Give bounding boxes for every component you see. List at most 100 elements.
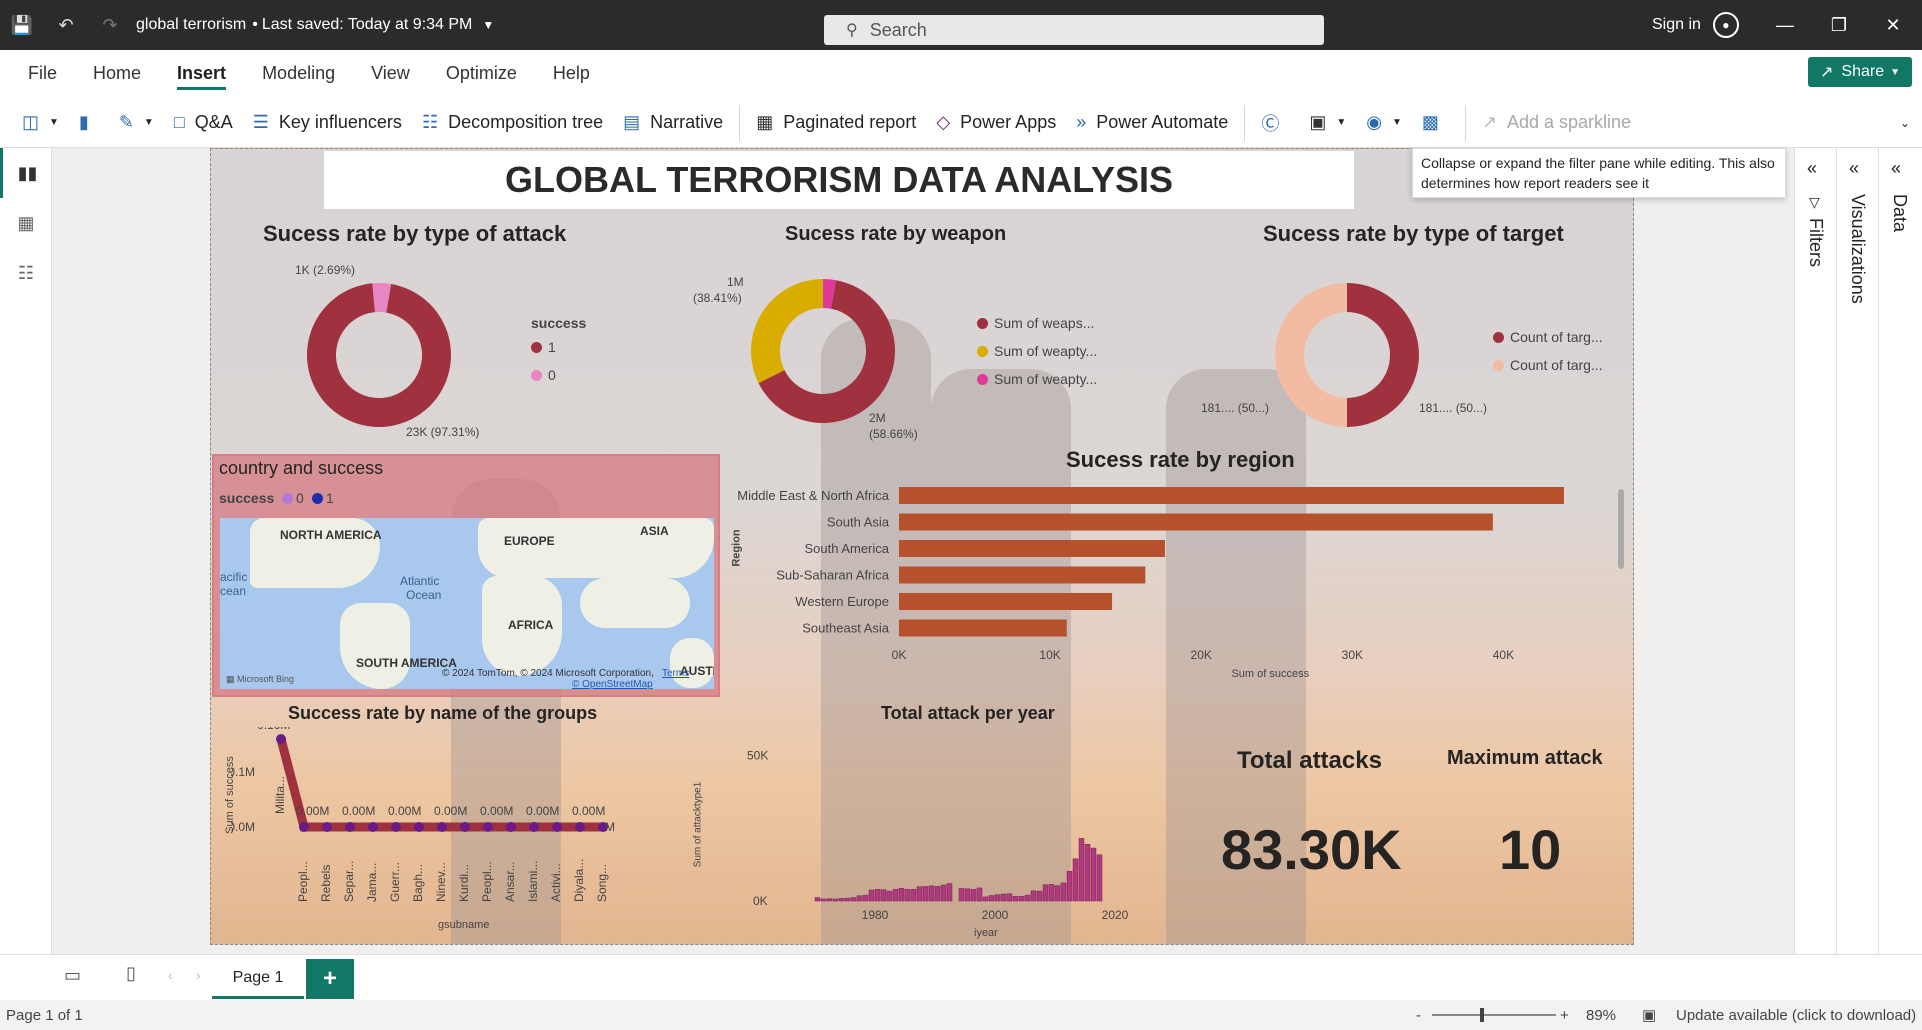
yearly-bar[interactable] [946,883,953,902]
map-canvas[interactable]: NORTH AMERICA EUROPE ASIA Atlantic Ocean… [220,518,714,689]
report-page[interactable]: GLOBAL TERRORISM DATA ANALYSIS Sucess ra… [210,148,1634,945]
yearly-bar[interactable] [850,897,857,902]
weapon-legend-item[interactable]: Sum of weapty... [977,371,1097,387]
data-pane[interactable]: « Data [1878,148,1922,954]
qa-button[interactable]: □ Q&A [164,98,243,148]
region-bar-chart[interactable]: Middle East & North Africa South Asia Sout… [691,479,1631,684]
attack-donut[interactable] [303,279,455,431]
yearly-bar[interactable] [856,895,863,902]
yearly-bar[interactable] [982,896,989,902]
minimize-icon[interactable]: — [1760,0,1810,50]
groups-point[interactable] [322,822,332,832]
yearly-bar[interactable] [1096,854,1103,902]
yearly-bar[interactable] [922,886,929,902]
yearly-bar[interactable] [874,889,881,902]
region-bar[interactable] [899,540,1165,557]
map-osm-link[interactable]: © OpenStreetMap [572,679,653,689]
region-bar[interactable] [899,593,1113,610]
yearly-bar[interactable] [934,886,941,902]
yearly-bar[interactable] [1018,896,1025,902]
quick-visual-button[interactable]: ✎ ▼ [109,98,164,148]
new-visual-button[interactable]: ◫ ▼ [0,98,69,148]
save-status[interactable]: Last saved: Today at 9:34 PM [262,16,473,34]
prev-page-icon[interactable]: ‹ [168,967,173,983]
groups-point[interactable] [391,822,401,832]
ribbon-collapse-icon[interactable]: ⌄ [1890,98,1920,148]
zoom-in-icon[interactable]: + [1560,1007,1569,1024]
target-legend-item[interactable]: Count of targ... [1493,329,1603,345]
yearly-bar[interactable] [1000,893,1007,902]
save-icon[interactable]: 💾 [0,0,44,50]
target-donut[interactable] [1271,279,1423,431]
yearly-bar[interactable] [916,886,923,902]
collapse-icon[interactable]: « [1807,158,1817,179]
groups-point[interactable] [575,822,585,832]
groups-point[interactable] [437,822,447,832]
donut-slice[interactable] [751,279,824,384]
zoom-level[interactable]: 89% [1586,1007,1616,1024]
power-apps-button[interactable]: ◇ Power Apps [926,98,1066,148]
menu-modeling[interactable]: Modeling [244,50,353,96]
groups-line-chart[interactable]: 0.2M0.1M0.0MMilita...Peopl...RebelsSepar… [231,727,651,937]
yearly-bar[interactable] [928,885,935,902]
groups-point[interactable] [460,822,470,832]
yearly-bar[interactable] [880,889,887,902]
menu-view[interactable]: View [353,50,428,96]
map-terms-link[interactable]: Terms [662,668,689,679]
yearly-bar[interactable] [826,898,833,902]
attack-legend-item[interactable]: 0 [531,367,556,383]
groups-point[interactable] [552,822,562,832]
chevron-down-icon[interactable]: ▼ [482,18,494,32]
next-page-icon[interactable]: › [196,967,201,983]
redo-icon[interactable]: ↷ [88,0,132,50]
groups-point[interactable] [368,822,378,832]
yearly-bar-chart[interactable]: 50K 0K 1980 2000 2020 [721,739,1141,939]
weapon-legend-item[interactable]: Sum of weaps... [977,315,1094,331]
more-visuals-button[interactable]: ▮ [69,98,109,148]
yearly-bar[interactable] [1036,890,1043,902]
yearly-bar[interactable] [1012,896,1019,902]
attack-legend-item[interactable]: 1 [531,339,556,355]
yearly-bar[interactable] [886,890,893,902]
yearly-bar[interactable] [940,884,947,902]
add-page-button[interactable]: + [306,959,354,999]
yearly-bar[interactable] [868,889,875,902]
paginated-report-button[interactable]: ▦ Paginated report [746,98,926,148]
zoom-thumb[interactable] [1480,1008,1484,1022]
map-visual[interactable]: country and success success 0 1 NORTH AM… [212,454,720,697]
donut-slice[interactable] [1275,283,1347,427]
groups-point[interactable] [299,822,309,832]
table-view-icon[interactable]: ▦ [0,198,52,248]
target-legend-item[interactable]: Count of targ... [1493,357,1603,373]
add-sparkline-button[interactable]: ↗ Add a sparkline [1472,98,1641,148]
menu-home[interactable]: Home [75,50,159,96]
yearly-bar[interactable] [820,898,827,902]
mobile-layout-icon[interactable]: ▯ [126,963,136,984]
scrollbar[interactable] [1618,489,1624,569]
close-icon[interactable]: ✕ [1868,0,1918,50]
power-automate-button[interactable]: » Power Automate [1066,98,1238,148]
groups-point[interactable] [276,734,286,744]
yearly-bar[interactable] [1048,884,1055,902]
filters-pane[interactable]: « ▽ Filters [1794,148,1836,954]
weapon-legend-item[interactable]: Sum of weapty... [977,343,1097,359]
yearly-bar[interactable] [1084,844,1091,902]
yearly-bar[interactable] [988,895,995,902]
text-box-button[interactable]: Ⓒ [1251,98,1299,148]
yearly-bar[interactable] [898,887,905,902]
expand-icon[interactable]: « [1849,158,1859,179]
yearly-bar[interactable] [964,888,971,902]
page-tab[interactable]: Page 1 [212,959,304,999]
document-title[interactable]: global terrorism [136,16,246,34]
groups-point[interactable] [345,822,355,832]
desktop-layout-icon[interactable]: ▭ [64,965,81,986]
yearly-bar[interactable] [970,889,977,902]
yearly-bar[interactable] [904,889,911,902]
yearly-bar[interactable] [1090,847,1097,902]
update-available[interactable]: Update available (click to download) [1676,1007,1916,1024]
region-bar[interactable] [899,619,1067,637]
region-bar[interactable] [899,566,1146,584]
weapon-donut[interactable] [747,275,899,427]
region-bar[interactable] [899,513,1493,531]
map-legend-item[interactable]: 0 [282,490,304,506]
